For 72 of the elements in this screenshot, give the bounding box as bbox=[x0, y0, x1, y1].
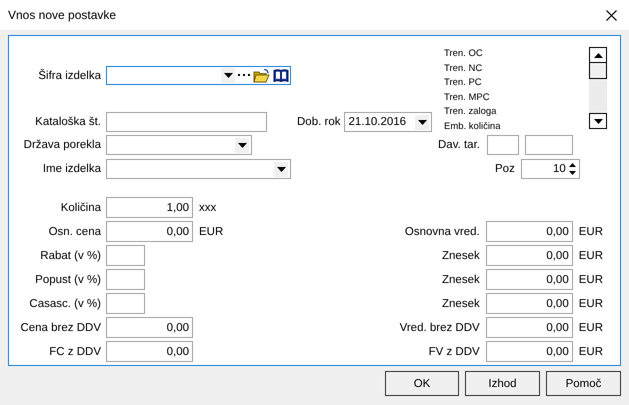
field-label: Dob. rok bbox=[297, 116, 340, 128]
book-icon[interactable] bbox=[273, 69, 289, 82]
dialog-button[interactable]: OK bbox=[385, 371, 459, 396]
unit-label: EUR bbox=[578, 226, 603, 238]
field-label: Rabat (v %) bbox=[39, 250, 101, 262]
field-label: Osn. cena bbox=[48, 226, 101, 238]
list-item[interactable]: Emb. količina bbox=[444, 120, 584, 133]
amount-field[interactable]: 0,00 bbox=[106, 221, 193, 242]
unit-label: EUR bbox=[578, 274, 603, 286]
percent-field[interactable] bbox=[106, 293, 145, 314]
field-label: Cena brez DDV bbox=[19, 322, 101, 334]
unit-label: EUR bbox=[578, 346, 603, 358]
more-icon[interactable] bbox=[238, 74, 250, 77]
field-label: Dav. tar. bbox=[438, 139, 480, 151]
field-label: Znesek bbox=[442, 298, 480, 310]
list-item[interactable]: Tren. OC bbox=[444, 47, 584, 62]
amount-field[interactable]: 1,00 bbox=[106, 197, 193, 218]
amount-field[interactable]: 0,00 bbox=[486, 317, 573, 338]
dropdown-caret-icon[interactable] bbox=[415, 114, 430, 130]
field-label: Šifra izdelka bbox=[37, 70, 101, 82]
tax-field[interactable] bbox=[486, 135, 519, 155]
dropdown-caret-icon[interactable] bbox=[235, 138, 249, 152]
field-label: Vred. brez DDV bbox=[400, 322, 480, 334]
field-label: Poz bbox=[495, 163, 515, 175]
list-item[interactable]: Tren. zaloga bbox=[444, 105, 584, 120]
unit-label: EUR bbox=[578, 250, 603, 262]
catalog-number-field[interactable] bbox=[106, 112, 267, 132]
folder-icon[interactable] bbox=[253, 68, 270, 82]
close-icon[interactable] bbox=[606, 10, 617, 20]
scrollbar[interactable] bbox=[589, 47, 607, 129]
spin-arrows-icon[interactable] bbox=[568, 162, 576, 176]
tax-field[interactable] bbox=[524, 135, 573, 155]
field-label: Količina bbox=[60, 202, 101, 214]
dialog-button[interactable]: Pomoč bbox=[546, 371, 621, 396]
position-spinner[interactable]: 10 bbox=[520, 159, 580, 179]
field-label: Popust (v %) bbox=[34, 274, 101, 286]
scroll-thumb[interactable] bbox=[589, 63, 607, 79]
list-item[interactable]: Tren. MPC bbox=[444, 90, 584, 105]
list-item[interactable]: Tren. PC bbox=[444, 76, 584, 90]
list-item[interactable]: Tren. NC bbox=[444, 62, 584, 76]
unit-label: EUR bbox=[578, 322, 603, 334]
dropdown-caret-icon[interactable] bbox=[221, 68, 235, 83]
unit-label: EUR bbox=[578, 298, 603, 310]
dialog-button[interactable]: Izhod bbox=[465, 371, 540, 396]
field-label: Znesek bbox=[442, 250, 480, 262]
amount-field[interactable]: 0,00 bbox=[106, 341, 193, 362]
amount-field[interactable]: 0,00 bbox=[106, 317, 193, 338]
amount-field[interactable]: 0,00 bbox=[486, 269, 573, 290]
field-label: FC z DDV bbox=[48, 346, 101, 358]
window-title: Vnos nove postavke bbox=[8, 8, 116, 22]
amount-field[interactable]: 0,00 bbox=[486, 293, 573, 314]
amount-field[interactable]: 0,00 bbox=[486, 341, 573, 362]
field-label: Država porekla bbox=[22, 139, 101, 151]
field-label: Ime izdelka bbox=[42, 163, 101, 175]
product-name-field[interactable] bbox=[106, 159, 291, 179]
unit-label: EUR bbox=[199, 226, 224, 238]
percent-field[interactable] bbox=[106, 269, 145, 290]
field-label: Osnovna vred. bbox=[404, 226, 480, 238]
country-field[interactable] bbox=[106, 135, 252, 155]
scroll-up-icon[interactable] bbox=[589, 47, 607, 63]
field-label: FV z DDV bbox=[428, 346, 480, 358]
field-label: Casasc. (v %) bbox=[28, 298, 101, 310]
field-label: Znesek bbox=[442, 274, 480, 286]
field-label: Kataloška št. bbox=[34, 116, 101, 128]
dropdown-caret-icon[interactable] bbox=[274, 162, 288, 176]
delivery-date-field[interactable]: 21.10.2016 bbox=[344, 112, 432, 132]
product-code-field[interactable] bbox=[106, 66, 291, 85]
amount-field[interactable]: 0,00 bbox=[486, 245, 573, 266]
percent-field[interactable] bbox=[106, 245, 145, 266]
scroll-down-icon[interactable] bbox=[589, 113, 607, 129]
amount-field[interactable]: 0,00 bbox=[486, 221, 573, 242]
unit-label: xxx bbox=[199, 202, 216, 214]
